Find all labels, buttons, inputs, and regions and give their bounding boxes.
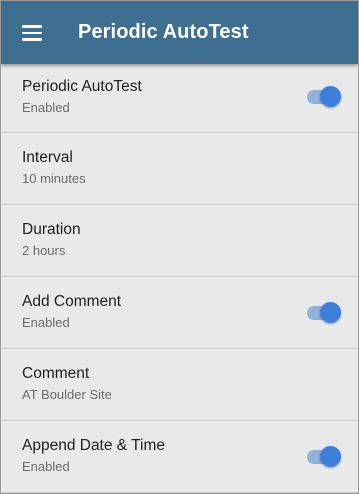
page-title: Periodic AutoTest [78, 21, 249, 43]
add-comment-toggle[interactable] [307, 302, 341, 324]
setting-title: Duration [22, 221, 81, 238]
setting-summary: Enabled [22, 459, 70, 474]
setting-title: Comment [22, 365, 90, 382]
toggle-thumb [320, 86, 341, 107]
setting-summary: Enabled [22, 315, 70, 330]
setting-add-comment[interactable]: Add Comment Enabled [1, 277, 358, 349]
setting-title: Interval [22, 149, 73, 166]
toggle-thumb [320, 302, 341, 323]
setting-comment[interactable]: Comment AT Boulder Site [1, 349, 358, 421]
setting-summary: AT Boulder Site [22, 387, 112, 402]
hamburger-menu-icon[interactable] [22, 24, 44, 42]
setting-title: Add Comment [22, 293, 122, 310]
toggle-thumb [320, 446, 341, 467]
setting-interval[interactable]: Interval 10 minutes [1, 133, 358, 205]
setting-append-date-time[interactable]: Append Date & Time Enabled [1, 421, 358, 493]
setting-title: Periodic AutoTest [22, 78, 142, 95]
settings-list: Periodic AutoTest Enabled Interval 10 mi… [1, 64, 358, 493]
periodic-autotest-toggle[interactable] [307, 86, 341, 108]
setting-duration[interactable]: Duration 2 hours [1, 205, 358, 277]
setting-title: Append Date & Time [22, 437, 166, 454]
setting-summary: 2 hours [22, 243, 66, 258]
setting-summary: Enabled [22, 100, 70, 115]
setting-summary: 10 minutes [22, 171, 86, 186]
setting-periodic-autotest[interactable]: Periodic AutoTest Enabled [1, 64, 358, 133]
append-date-time-toggle[interactable] [307, 446, 341, 468]
screen: Periodic AutoTest Periodic AutoTest Enab… [0, 0, 359, 494]
app-bar: Periodic AutoTest [1, 1, 358, 64]
